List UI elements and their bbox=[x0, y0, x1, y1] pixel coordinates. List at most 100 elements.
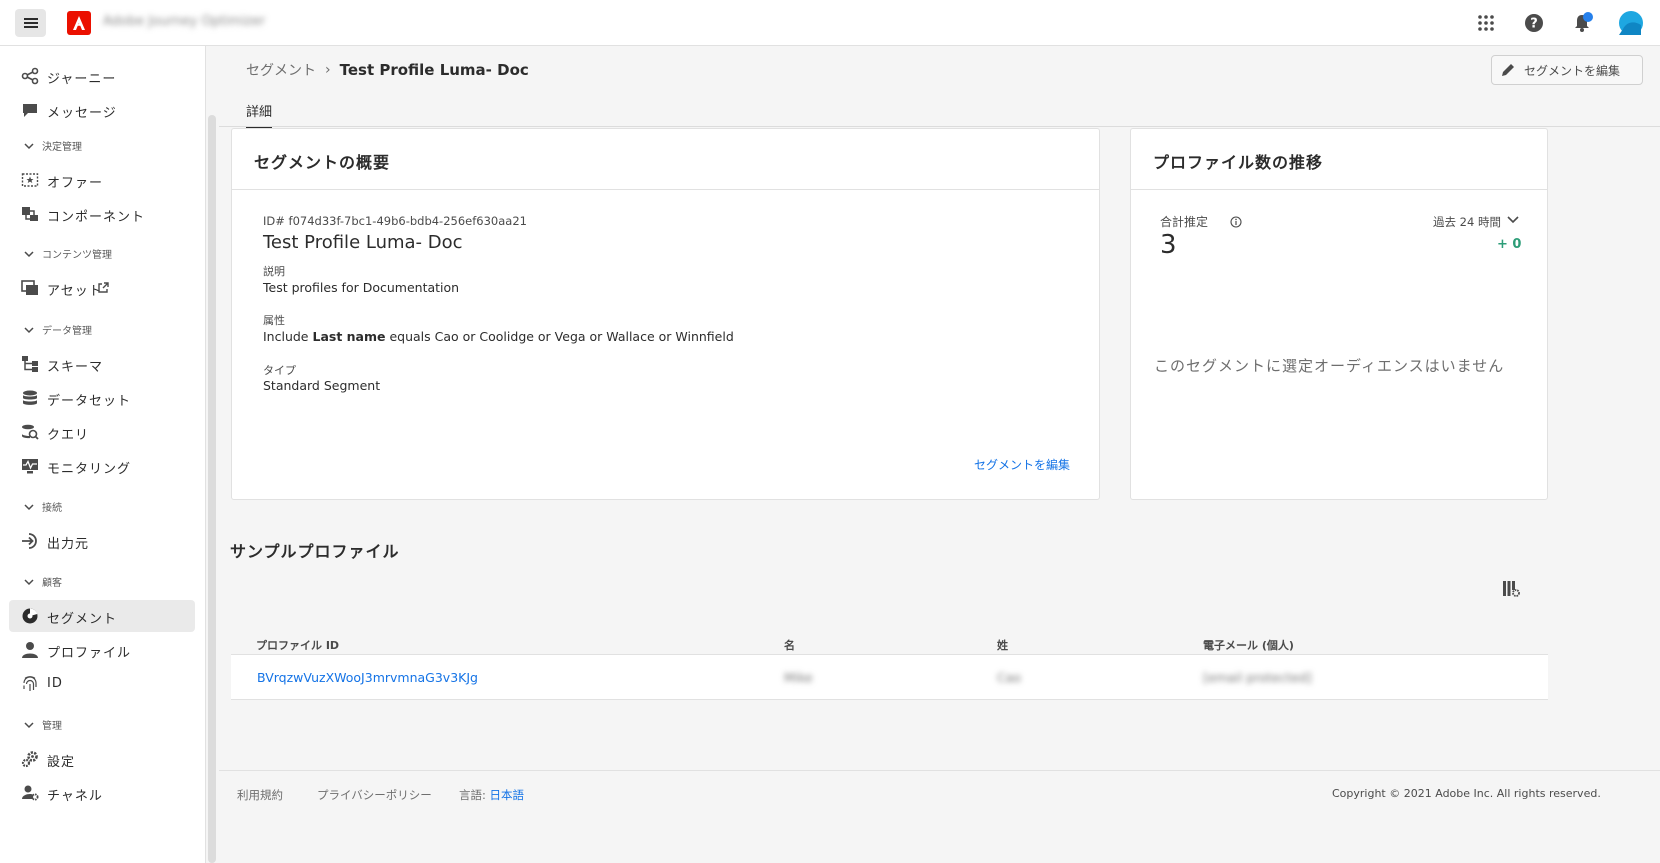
email-cell: [email protected] bbox=[1203, 670, 1312, 685]
main-content: セグメント › Test Profile Luma- Doc セグメントを編集 … bbox=[219, 46, 1660, 863]
sidebar-item-label: クエリ bbox=[47, 428, 90, 443]
breadcrumb-separator: › bbox=[325, 62, 331, 78]
sidebar-item-sources[interactable]: 出力元 bbox=[9, 525, 195, 557]
edit-segment-button[interactable]: セグメントを編集 bbox=[1491, 55, 1643, 85]
sidebar-item-datasets[interactable]: データセット bbox=[9, 382, 195, 414]
help-icon[interactable]: ? bbox=[1523, 12, 1545, 34]
hamburger-icon bbox=[23, 18, 38, 28]
sidebar-item-identities[interactable]: ID bbox=[9, 668, 195, 700]
segment-id: ID# f074d33f-7bc1-49b6-bdb4-256ef630aa21 bbox=[263, 214, 527, 228]
apps-grid-icon[interactable] bbox=[1475, 12, 1497, 34]
edit-segment-link[interactable]: セグメントを編集 bbox=[974, 456, 1070, 473]
sidebar-item-schemas[interactable]: スキーマ bbox=[9, 348, 195, 380]
attributes-rule: equals Cao or Coolidge or Vega or Wallac… bbox=[385, 329, 734, 344]
sidebar-item-label: モニタリング bbox=[47, 462, 132, 477]
channel-icon bbox=[22, 785, 39, 801]
user-avatar[interactable] bbox=[1619, 11, 1643, 35]
info-icon[interactable] bbox=[1230, 216, 1242, 228]
breadcrumb-parent-link[interactable]: セグメント bbox=[246, 60, 316, 80]
chevron-down-icon bbox=[24, 721, 34, 728]
empty-state-message: このセグメントに選定オーディエンスはいません bbox=[1154, 357, 1505, 375]
adobe-logo[interactable] bbox=[67, 11, 91, 35]
message-icon bbox=[23, 104, 37, 117]
sidebar-item-label: 設定 bbox=[47, 755, 76, 770]
sidebar-section-label: 決定管理 bbox=[42, 142, 82, 153]
svg-text:?: ? bbox=[1530, 17, 1538, 32]
delta-value: + 0 bbox=[1497, 237, 1522, 252]
footer: 利用規約 プライバシーポリシー 言語: 日本語 Copyright © 2021… bbox=[219, 770, 1660, 863]
sidebar-section-label: 管理 bbox=[42, 721, 62, 732]
sidebar-section-connections[interactable]: 接続 bbox=[24, 499, 62, 514]
sidebar-item-offers[interactable]: オファー bbox=[9, 164, 195, 196]
attributes-prefix: Include bbox=[263, 329, 313, 344]
sidebar-item-label: メッセージ bbox=[47, 106, 117, 121]
sidebar-section-decision[interactable]: 決定管理 bbox=[24, 138, 82, 153]
language-link[interactable]: 日本語 bbox=[490, 788, 525, 802]
sidebar-item-monitoring[interactable]: モニタリング bbox=[9, 450, 195, 482]
breadcrumb: セグメント › Test Profile Luma- Doc bbox=[246, 60, 529, 80]
sidebar: ジャーニー メッセージ 決定管理 オファー コンポーネント コンテンツ管理 アセ… bbox=[0, 46, 206, 863]
overview-title: セグメントの概要 bbox=[254, 153, 391, 172]
notifications-bell-icon[interactable] bbox=[1571, 12, 1593, 34]
sample-profiles-title: サンプルプロファイル bbox=[230, 542, 400, 561]
type-label: タイプ bbox=[263, 364, 296, 377]
sidebar-item-segments[interactable]: セグメント bbox=[9, 600, 195, 632]
period-dropdown[interactable]: 過去 24 時間 bbox=[1433, 214, 1501, 230]
app-name: Adobe Journey Optimizer bbox=[103, 14, 266, 29]
edit-segment-label: セグメントを編集 bbox=[1524, 63, 1621, 78]
query-icon bbox=[22, 424, 39, 440]
segment-name: Test Profile Luma- Doc bbox=[263, 232, 463, 253]
sidebar-item-components[interactable]: コンポーネント bbox=[9, 198, 195, 230]
sidebar-section-content[interactable]: コンテンツ管理 bbox=[24, 246, 112, 261]
privacy-link[interactable]: プライバシーポリシー bbox=[317, 787, 432, 803]
sidebar-item-label: プロファイル bbox=[47, 646, 132, 661]
sidebar-section-label: 顧客 bbox=[42, 578, 62, 589]
tab-details[interactable]: 詳細 bbox=[246, 101, 273, 128]
sidebar-item-label: スキーマ bbox=[47, 360, 104, 375]
component-icon bbox=[22, 207, 38, 221]
sidebar-section-admin[interactable]: 管理 bbox=[24, 717, 62, 732]
sidebar-item-queries[interactable]: クエリ bbox=[9, 416, 195, 448]
sidebar-item-profiles[interactable]: プロファイル bbox=[9, 634, 195, 666]
chevron-down-icon bbox=[24, 503, 34, 510]
sidebar-item-label: チャネル bbox=[47, 789, 103, 804]
sidebar-item-label: アセット bbox=[47, 284, 103, 299]
sidebar-scrollbar[interactable] bbox=[208, 115, 216, 863]
column-header-last-name[interactable]: 姓 bbox=[997, 637, 1008, 653]
journey-icon bbox=[21, 67, 39, 85]
profile-icon bbox=[22, 642, 38, 658]
chevron-down-icon[interactable] bbox=[1507, 215, 1519, 225]
sidebar-item-messages[interactable]: メッセージ bbox=[9, 94, 195, 126]
card-divider bbox=[1131, 189, 1547, 190]
sidebar-item-label: ID bbox=[47, 676, 63, 691]
terms-link[interactable]: 利用規約 bbox=[237, 787, 283, 803]
profile-trend-card: プロファイル数の推移 合計推定 3 過去 24 時間 + 0 このセグメントに選… bbox=[1130, 128, 1548, 500]
external-link-icon bbox=[98, 282, 109, 293]
sidebar-item-assets[interactable]: アセット bbox=[9, 272, 195, 304]
column-settings-icon[interactable] bbox=[1502, 580, 1520, 598]
profile-id-link[interactable]: BVrqzwVuzXWooJ3mrvmnaG3v3KJg bbox=[257, 670, 478, 685]
menu-toggle-button[interactable] bbox=[15, 9, 46, 37]
sidebar-section-data[interactable]: データ管理 bbox=[24, 322, 92, 337]
sidebar-section-customer[interactable]: 顧客 bbox=[24, 574, 62, 589]
sidebar-item-journey[interactable]: ジャーニー bbox=[9, 60, 195, 92]
total-estimate-value: 3 bbox=[1160, 230, 1177, 260]
sidebar-item-settings[interactable]: 設定 bbox=[9, 743, 195, 775]
column-header-email[interactable]: 電子メール (個人) bbox=[1203, 637, 1294, 653]
last-name-cell: Cao bbox=[997, 670, 1022, 685]
adobe-logo-icon bbox=[73, 16, 85, 30]
column-header-first-name[interactable]: 名 bbox=[784, 637, 795, 653]
sidebar-item-label: オファー bbox=[47, 176, 104, 191]
table-row[interactable]: BVrqzwVuzXWooJ3mrvmnaG3v3KJg Mike Cao [e… bbox=[231, 654, 1548, 700]
sidebar-item-channels[interactable]: チャネル bbox=[9, 777, 195, 809]
sidebar-item-label: セグメント bbox=[47, 612, 118, 627]
page-title: Test Profile Luma- Doc bbox=[339, 61, 529, 79]
schema-icon bbox=[22, 356, 38, 372]
tab-divider bbox=[219, 126, 1660, 127]
sidebar-item-label: 出力元 bbox=[47, 537, 90, 552]
asset-icon bbox=[21, 280, 38, 295]
column-header-profile-id[interactable]: プロファイル ID bbox=[256, 637, 339, 653]
attributes-field: Last name bbox=[312, 329, 386, 344]
type-value: Standard Segment bbox=[263, 378, 381, 393]
first-name-cell: Mike bbox=[784, 670, 813, 685]
